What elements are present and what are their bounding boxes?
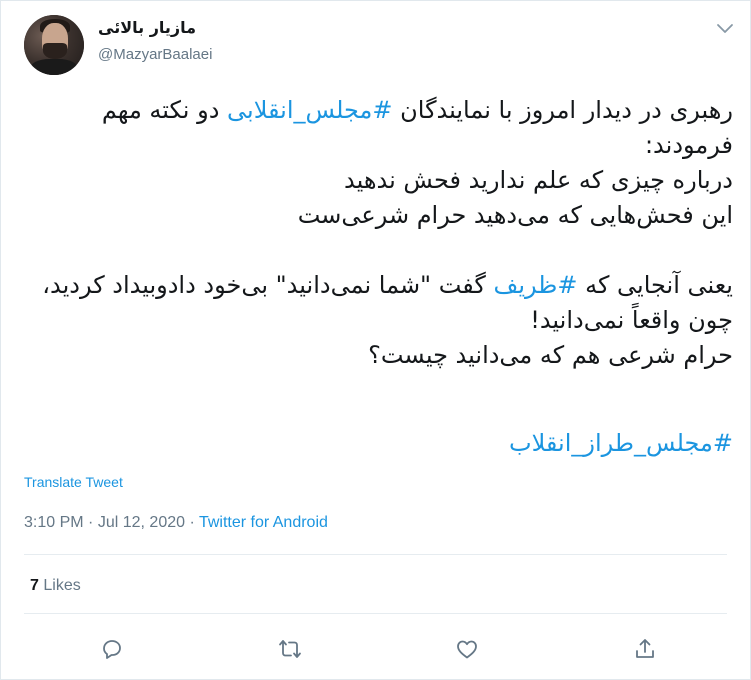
- tweet-date[interactable]: Jul 12, 2020: [98, 514, 185, 531]
- hashtag-link[interactable]: #مجلس_طراز_انقلاب: [509, 429, 733, 457]
- translate-tweet-link[interactable]: Translate Tweet: [24, 474, 123, 490]
- likes-label: Likes: [43, 577, 81, 594]
- heart-icon[interactable]: [455, 637, 479, 661]
- divider: [24, 613, 727, 614]
- tweet-text-part: رهبری در دیدار امروز با نمایندگان: [392, 96, 733, 124]
- final-hashtag-line: #مجلس_طراز_انقلاب: [23, 426, 733, 461]
- tweet-source-link[interactable]: Twitter for Android: [199, 514, 328, 531]
- hashtag-link[interactable]: #مجلس_انقلابی: [227, 96, 393, 124]
- retweet-icon[interactable]: [278, 637, 302, 661]
- likes-count[interactable]: 7 Likes: [30, 577, 81, 595]
- hashtag-link[interactable]: #ظریف: [493, 271, 577, 299]
- chevron-down-icon[interactable]: [715, 21, 735, 37]
- meta-separator: ·: [88, 514, 94, 531]
- likes-number: 7: [30, 577, 39, 594]
- reply-icon[interactable]: [100, 637, 124, 661]
- share-icon[interactable]: [633, 637, 657, 661]
- meta-separator: ·: [189, 514, 195, 531]
- author-name[interactable]: مازیار بالائی: [98, 18, 228, 37]
- tweet-time[interactable]: 3:10 PM: [24, 514, 84, 531]
- avatar[interactable]: [24, 15, 84, 75]
- tweet-card: مازیار بالائی @MazyarBaalaei رهبری در دی…: [0, 0, 751, 680]
- divider: [24, 554, 727, 555]
- author-handle[interactable]: @MazyarBaalaei: [98, 46, 212, 63]
- tweet-text: رهبری در دیدار امروز با نمایندگان #مجلس_…: [23, 93, 733, 373]
- tweet-text-part: دو نکته مهم فرمودند: درباره چیزی که علم …: [101, 96, 733, 299]
- tweet-meta: 3:10 PM · Jul 12, 2020 · Twitter for And…: [24, 514, 328, 532]
